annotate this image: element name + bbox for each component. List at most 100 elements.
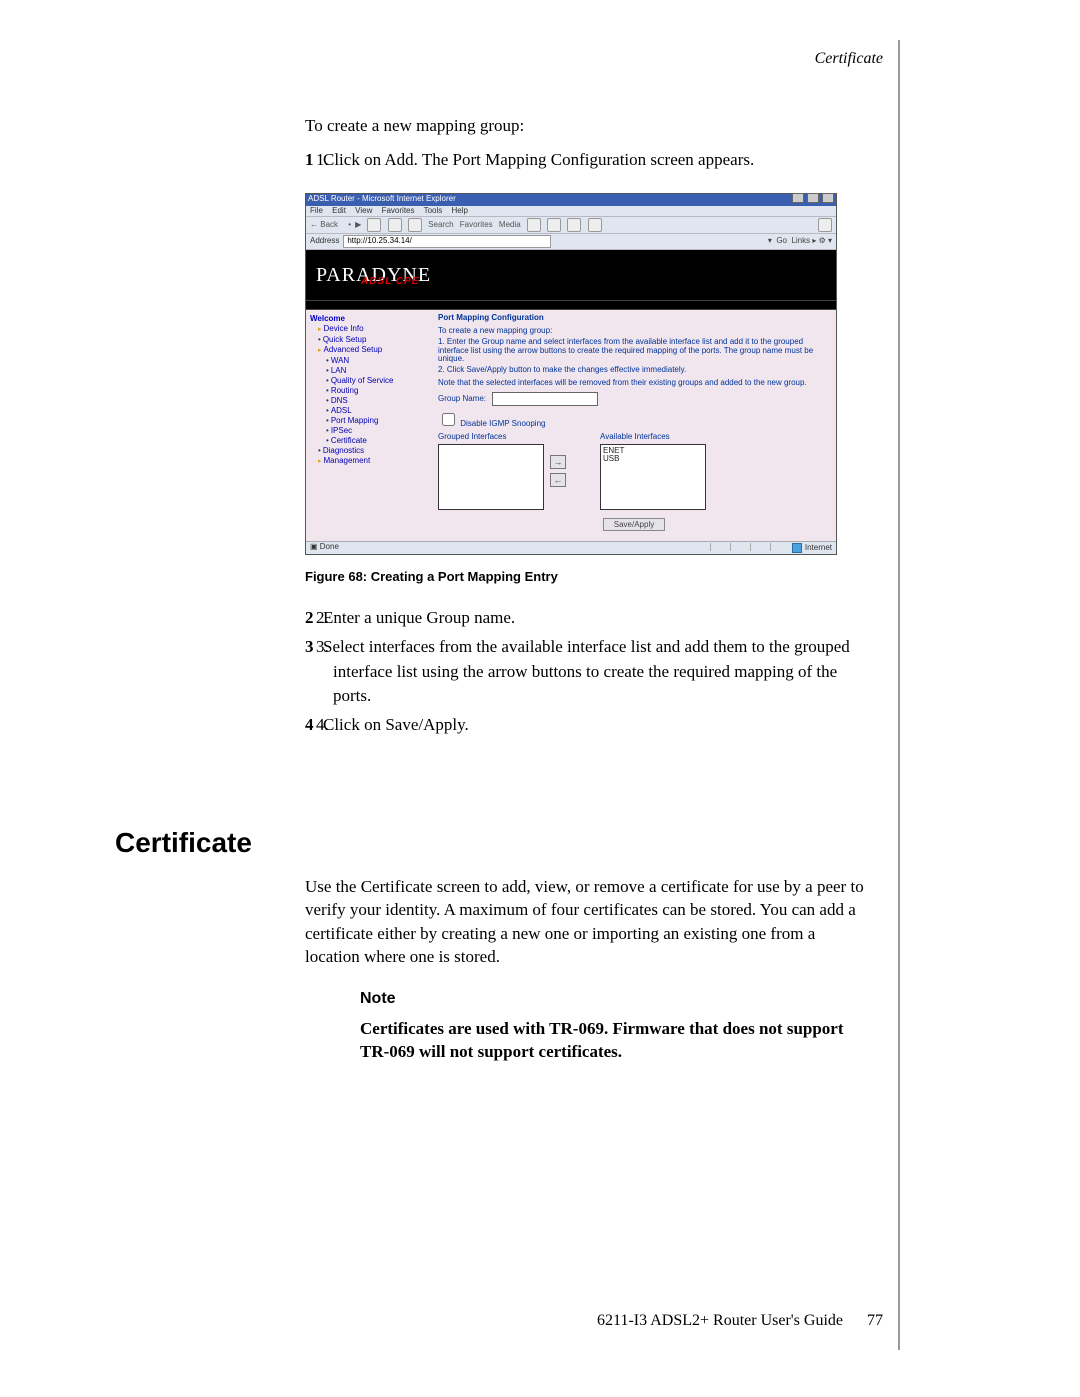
running-header: Certificate xyxy=(815,50,883,68)
igmp-row[interactable]: Disable IGMP Snooping xyxy=(438,410,830,429)
favorites-button[interactable]: Favorites xyxy=(460,220,493,229)
interface-columns: Grouped Interfaces → ← Available Interfa… xyxy=(438,433,830,510)
print-icon[interactable] xyxy=(567,218,581,232)
menu-edit[interactable]: Edit xyxy=(332,206,346,215)
step-3: 3Select interfaces from the available in… xyxy=(333,635,870,709)
window-buttons[interactable] xyxy=(791,193,834,206)
group-name-input[interactable] xyxy=(492,392,598,406)
brand-header: PARADYNE ADSL CPE xyxy=(306,250,836,300)
page-footer: 6211-I3 ADSL2+ Router User's Guide 77 xyxy=(115,1312,883,1330)
stop-icon[interactable] xyxy=(367,218,381,232)
available-listbox[interactable]: ENET USB xyxy=(600,444,706,510)
save-apply-button[interactable]: Save/Apply xyxy=(603,518,665,531)
panel-title: Port Mapping Configuration xyxy=(438,314,830,323)
sidebar-routing[interactable]: Routing xyxy=(326,386,428,396)
panel-pre: To create a new mapping group: xyxy=(438,327,830,336)
sidebar-adsl[interactable]: ADSL xyxy=(326,406,428,416)
screenshot-figure: ADSL Router - Microsoft Internet Explore… xyxy=(305,193,870,556)
maximize-icon[interactable] xyxy=(807,193,819,203)
address-input[interactable]: http://10.25.34.14/ xyxy=(343,235,551,248)
panel-note: Note that the selected interfaces will b… xyxy=(438,379,830,388)
minimize-icon[interactable] xyxy=(792,193,804,203)
nav-sidebar[interactable]: Welcome Device Info Quick Setup Advanced… xyxy=(306,310,432,540)
igmp-label: Disable IGMP Snooping xyxy=(460,419,545,428)
grouped-col: Grouped Interfaces xyxy=(438,433,544,510)
status-internet: Internet xyxy=(805,544,832,553)
main-panel: Port Mapping Configuration To create a n… xyxy=(432,310,836,540)
steps-list-top: 1Click on Add. The Port Mapping Configur… xyxy=(305,148,870,173)
igmp-checkbox[interactable] xyxy=(442,413,455,426)
menu-file[interactable]: File xyxy=(310,206,323,215)
menu-favorites[interactable]: Favorites xyxy=(382,206,415,215)
status-bar: ▣ Done Internet xyxy=(306,541,836,555)
note-block: Note Certificates are used with TR-069. … xyxy=(360,990,860,1064)
mail-icon[interactable] xyxy=(547,218,561,232)
group-name-row: Group Name: xyxy=(438,392,830,406)
brand-subtitle: ADSL CPE xyxy=(361,276,419,287)
status-done: ▣ Done xyxy=(310,543,339,554)
step-2-text: Enter a unique Group name. xyxy=(323,608,515,627)
browser-window: ADSL Router - Microsoft Internet Explore… xyxy=(305,193,837,556)
sidebar-management[interactable]: Management xyxy=(318,456,428,467)
history-icon[interactable] xyxy=(527,218,541,232)
toolbar[interactable]: ← Back •▶ Search Favorites Media xyxy=(306,216,836,234)
window-title: ADSL Router - Microsoft Internet Explore… xyxy=(308,195,456,204)
sidebar-port-mapping[interactable]: Port Mapping xyxy=(326,416,428,426)
menu-help[interactable]: Help xyxy=(452,206,468,215)
intro-text: To create a new mapping group: xyxy=(305,115,870,138)
home-icon[interactable] xyxy=(408,218,422,232)
step-1: 1Click on Add. The Port Mapping Configur… xyxy=(333,148,870,173)
sidebar-wan[interactable]: WAN xyxy=(326,356,428,366)
move-buttons: → ← xyxy=(550,433,566,510)
ie-logo-icon xyxy=(818,218,832,232)
move-left-button[interactable]: ← xyxy=(550,473,566,487)
steps-list-bottom: 2Enter a unique Group name. 3Select inte… xyxy=(305,606,870,737)
sidebar-ipsec[interactable]: IPSec xyxy=(326,426,428,436)
note-body: Certificates are used with TR-069. Firmw… xyxy=(360,1018,860,1064)
step-4-text: Click on Save/Apply. xyxy=(323,715,469,734)
internet-icon xyxy=(792,543,802,553)
page: Certificate To create a new mapping grou… xyxy=(115,40,900,1350)
sidebar-advanced-setup[interactable]: Advanced Setup xyxy=(318,345,428,356)
panel-line2: 2. Click Save/Apply button to make the c… xyxy=(438,366,830,375)
close-icon[interactable] xyxy=(822,193,834,203)
grouped-listbox[interactable] xyxy=(438,444,544,510)
move-right-button[interactable]: → xyxy=(550,455,566,469)
sidebar-lan[interactable]: LAN xyxy=(326,366,428,376)
refresh-icon[interactable] xyxy=(388,218,402,232)
media-button[interactable]: Media xyxy=(499,220,521,229)
avail-item-usb[interactable]: USB xyxy=(603,455,703,464)
edit-icon[interactable] xyxy=(588,218,602,232)
step-4: 4Click on Save/Apply. xyxy=(333,713,870,738)
menu-tools[interactable]: Tools xyxy=(424,206,443,215)
sidebar-device-info[interactable]: Device Info xyxy=(318,324,428,335)
step-1-text: Click on Add. The Port Mapping Configura… xyxy=(323,150,754,169)
sidebar-certificate[interactable]: Certificate xyxy=(326,436,428,446)
grouped-label: Grouped Interfaces xyxy=(438,433,544,442)
figure-caption: Figure 68: Creating a Port Mapping Entry xyxy=(305,569,870,584)
search-button[interactable]: Search xyxy=(428,220,453,229)
section-body: Use the Certificate screen to add, view,… xyxy=(305,875,870,969)
menu-bar[interactable]: File Edit View Favorites Tools Help xyxy=(306,206,836,217)
sidebar-diagnostics[interactable]: Diagnostics xyxy=(318,446,428,456)
section-heading-certificate: Certificate xyxy=(115,827,252,859)
back-button[interactable]: ← Back xyxy=(310,220,342,229)
available-col: Available Interfaces ENET USB xyxy=(600,433,706,510)
footer-page-number: 77 xyxy=(867,1312,883,1329)
address-bar[interactable]: Address http://10.25.34.14/ ▾ Go Links ▸… xyxy=(306,234,836,250)
sidebar-dns[interactable]: DNS xyxy=(326,396,428,406)
links-label[interactable]: Links xyxy=(791,236,810,245)
step-3-text: Select interfaces from the available int… xyxy=(323,637,850,705)
footer-guide: 6211-I3 ADSL2+ Router User's Guide xyxy=(597,1312,843,1329)
sidebar-welcome[interactable]: Welcome xyxy=(310,314,428,324)
menu-view[interactable]: View xyxy=(355,206,372,215)
sidebar-quick-setup[interactable]: Quick Setup xyxy=(318,335,428,345)
group-name-label: Group Name: xyxy=(438,394,486,403)
available-label: Available Interfaces xyxy=(600,433,706,442)
note-heading: Note xyxy=(360,990,860,1008)
sidebar-qos[interactable]: Quality of Service xyxy=(326,376,428,386)
go-button[interactable]: Go xyxy=(776,236,787,245)
address-label: Address xyxy=(310,237,339,246)
header-divider xyxy=(306,300,836,310)
step-2: 2Enter a unique Group name. xyxy=(333,606,870,631)
